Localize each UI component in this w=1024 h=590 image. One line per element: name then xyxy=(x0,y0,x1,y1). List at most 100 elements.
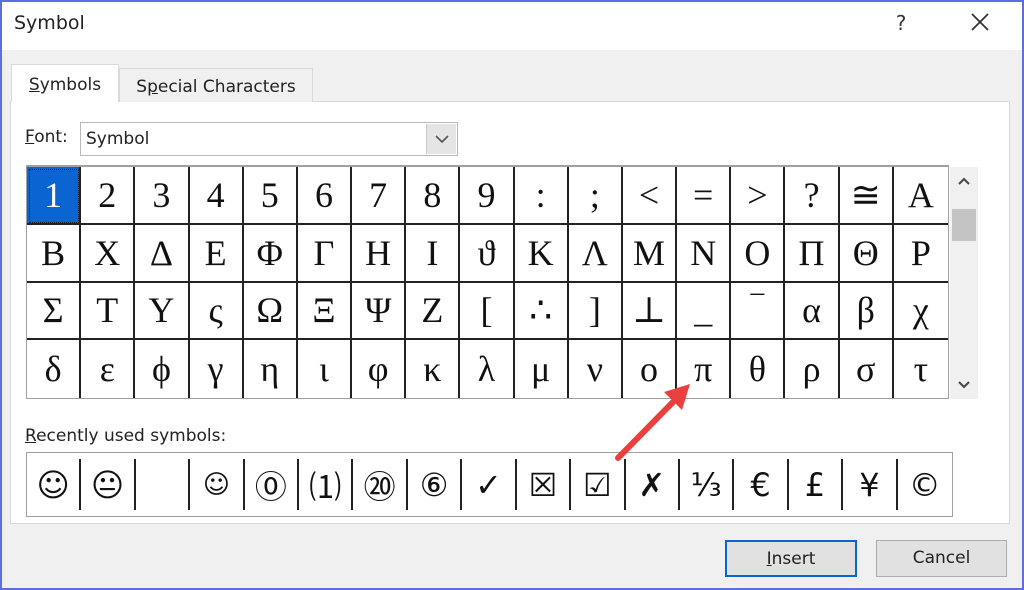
recent-symbol-cell[interactable]: ☑ xyxy=(571,459,626,510)
symbol-cell[interactable]: Ω xyxy=(243,282,298,341)
symbol-cell[interactable]: = xyxy=(677,167,732,225)
symbol-cell[interactable]: > xyxy=(731,167,786,225)
symbol-cell[interactable]: ν xyxy=(569,340,623,398)
symbol-cell[interactable]: ο xyxy=(623,340,678,398)
symbol-cell[interactable]: γ xyxy=(190,340,244,398)
font-label: Font: xyxy=(25,127,68,147)
symbol-cell[interactable]: 1 xyxy=(27,167,82,225)
scroll-thumb[interactable] xyxy=(952,209,976,241)
recent-symbol-cell[interactable] xyxy=(136,459,191,510)
tab-special-characters[interactable]: Special Characters xyxy=(119,68,313,102)
recent-symbol-cell[interactable]: ⑳ xyxy=(353,459,408,510)
symbol-cell[interactable]: Ρ xyxy=(893,225,948,283)
symbol-cell[interactable]: Β xyxy=(27,224,82,283)
symbol-cell[interactable]: [ xyxy=(460,282,515,341)
tab-symbols[interactable]: Symbols xyxy=(11,64,119,102)
symbol-cell[interactable]: χ xyxy=(893,283,948,341)
symbol-cell[interactable]: Φ xyxy=(243,224,298,283)
symbol-cell[interactable]: ; xyxy=(568,167,623,225)
cancel-button[interactable]: Cancel xyxy=(876,540,1007,577)
symbol-cell[interactable]: δ xyxy=(27,340,82,398)
symbol-cell[interactable]: τ xyxy=(894,340,948,398)
symbol-cell[interactable]: θ xyxy=(731,340,786,398)
recent-symbol-cell[interactable]: ✓ xyxy=(462,459,517,510)
symbol-cell[interactable]: Σ xyxy=(27,282,82,341)
symbol-cell[interactable]: ρ xyxy=(785,340,840,398)
symbol-cell[interactable]: 9 xyxy=(460,167,515,225)
symbol-cell[interactable]: μ xyxy=(515,340,569,398)
symbol-cell[interactable]: ? xyxy=(785,167,840,225)
recent-symbol-cell[interactable]: © xyxy=(898,459,952,510)
recent-symbol-cell[interactable]: € xyxy=(734,459,789,510)
symbol-cell[interactable]: Η xyxy=(352,224,407,283)
symbol-cell[interactable]: 5 xyxy=(243,167,298,225)
symbol-cell[interactable]: ⊥ xyxy=(622,282,678,341)
dropdown-button[interactable] xyxy=(426,124,456,154)
symbol-cell[interactable]: Θ xyxy=(839,224,894,283)
symbol-cell[interactable]: Τ xyxy=(81,282,136,341)
symbol-cell[interactable]: ‾ xyxy=(731,282,786,341)
symbol-cell[interactable]: < xyxy=(622,167,678,225)
symbol-cell[interactable]: : xyxy=(514,167,569,225)
symbol-cell[interactable]: ϑ xyxy=(460,224,515,283)
symbol-cell[interactable]: η xyxy=(244,340,298,398)
help-button[interactable]: ? xyxy=(886,6,916,40)
recent-symbol-cell[interactable]: ☺ xyxy=(27,459,82,510)
recent-symbol-cell[interactable]: £ xyxy=(789,459,844,510)
symbol-cell[interactable]: Λ xyxy=(568,224,623,283)
symbol-cell[interactable]: Υ xyxy=(135,282,190,341)
recent-symbol-cell[interactable]: ⅓ xyxy=(680,459,735,510)
symbol-cell[interactable]: Ψ xyxy=(352,282,407,341)
close-icon xyxy=(971,13,989,31)
symbol-cell[interactable]: ] xyxy=(568,282,623,341)
symbol-cell[interactable]: ≅ xyxy=(839,167,894,225)
symbol-cell[interactable]: φ xyxy=(352,340,407,398)
scroll-up-button[interactable] xyxy=(950,169,978,193)
recent-symbol-cell[interactable]: ☺ xyxy=(190,459,245,510)
symbol-cell[interactable]: π xyxy=(677,340,732,398)
symbol-cell[interactable]: Ο xyxy=(731,224,786,283)
symbol-cell[interactable]: Ι xyxy=(406,224,461,283)
symbol-cell[interactable]: 7 xyxy=(352,167,407,225)
symbol-cell[interactable]: Γ xyxy=(297,224,353,283)
symbol-cell[interactable]: λ xyxy=(460,340,515,398)
font-dropdown[interactable]: Symbol xyxy=(80,122,458,156)
symbol-cell[interactable]: 8 xyxy=(406,167,461,225)
symbol-cell[interactable]: 2 xyxy=(81,167,136,225)
symbol-cell[interactable]: Μ xyxy=(622,224,678,283)
scroll-down-button[interactable] xyxy=(950,373,978,397)
recent-symbol-cell[interactable]: ✗ xyxy=(626,459,680,510)
symbol-cell[interactable]: ε xyxy=(81,340,136,398)
symbol-cell[interactable]: 3 xyxy=(135,167,190,225)
recent-symbol-cell[interactable]: ⓪ xyxy=(245,459,300,510)
recent-symbol-cell[interactable]: ⑴ xyxy=(299,459,354,510)
symbol-cell[interactable]: κ xyxy=(406,340,461,398)
symbol-cell[interactable]: Ξ xyxy=(297,282,353,341)
recent-symbol-cell[interactable]: 😐 xyxy=(81,459,136,510)
close-button[interactable] xyxy=(962,6,998,40)
symbol-cell[interactable]: Α xyxy=(893,167,948,225)
symbol-grid-scrollbar[interactable] xyxy=(950,167,978,399)
symbol-cell[interactable]: ϕ xyxy=(135,340,190,398)
font-dropdown-value: Symbol xyxy=(86,129,150,149)
recent-symbol-cell[interactable]: ¥ xyxy=(843,459,898,510)
symbol-cell[interactable]: Π xyxy=(785,224,840,283)
symbol-cell[interactable]: 4 xyxy=(189,167,244,225)
symbol-cell[interactable]: Δ xyxy=(135,224,190,283)
insert-button[interactable]: Insert xyxy=(725,540,857,577)
symbol-cell[interactable]: Χ xyxy=(81,224,136,283)
symbol-cell[interactable]: α xyxy=(785,282,840,341)
symbol-cell[interactable]: _ xyxy=(677,282,732,341)
recent-symbol-cell[interactable]: ☒ xyxy=(517,459,572,510)
symbol-cell[interactable]: Ζ xyxy=(406,282,461,341)
symbol-cell[interactable]: ς xyxy=(189,282,244,341)
recent-symbol-cell[interactable]: ⑥ xyxy=(408,459,463,510)
symbol-cell[interactable]: ι xyxy=(298,340,353,398)
symbol-cell[interactable]: Ν xyxy=(677,224,732,283)
symbol-cell[interactable]: σ xyxy=(840,340,894,398)
symbol-cell[interactable]: 6 xyxy=(297,167,353,225)
symbol-cell[interactable]: Κ xyxy=(514,224,569,283)
symbol-cell[interactable]: β xyxy=(839,282,894,341)
symbol-cell[interactable]: ∴ xyxy=(514,282,569,341)
symbol-cell[interactable]: Ε xyxy=(189,224,244,283)
